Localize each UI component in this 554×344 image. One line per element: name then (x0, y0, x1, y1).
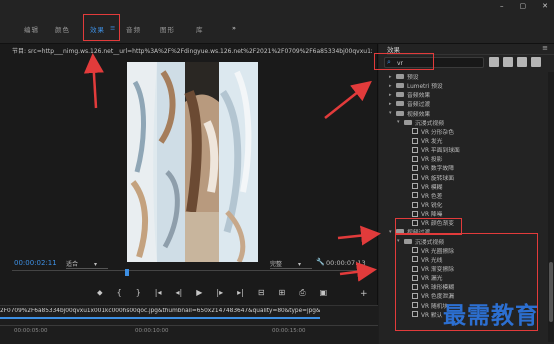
arrow-to-search (324, 80, 372, 119)
watermark-logo: 最需教育 (443, 302, 539, 329)
annotation-arrows (83, 53, 381, 282)
arrow-to-video-transitions (337, 225, 381, 246)
arrow-to-vr-transitions (339, 261, 377, 282)
arrow-to-effects-tab (83, 53, 104, 109)
